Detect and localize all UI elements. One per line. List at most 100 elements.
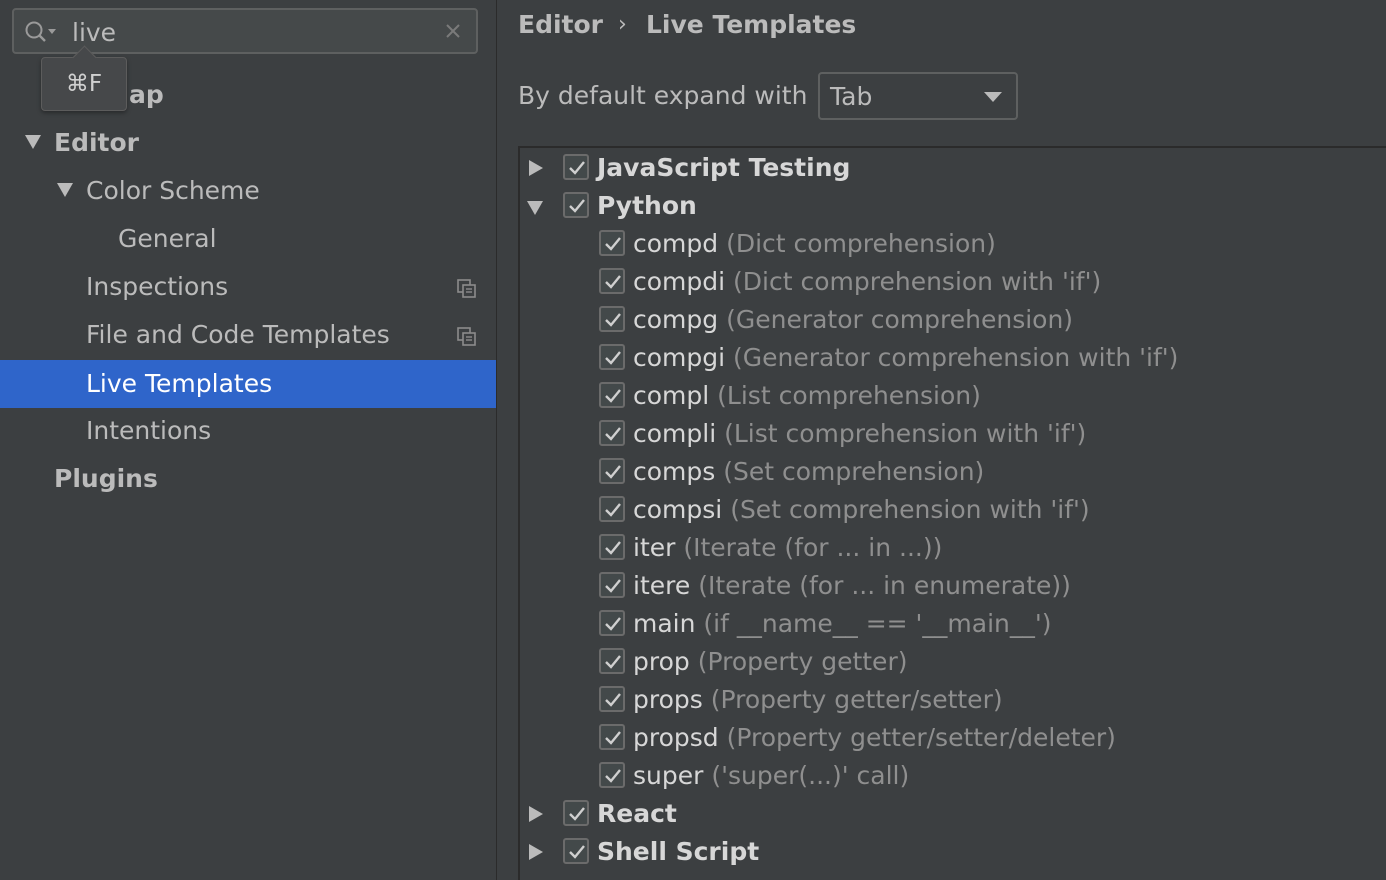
sidebar-item-intentions[interactable]: Intentions — [0, 407, 496, 455]
template-checkbox[interactable] — [599, 268, 625, 294]
template-item[interactable]: compli (List comprehension with 'if') — [520, 415, 1386, 453]
group-checkbox[interactable] — [563, 192, 589, 218]
template-checkbox[interactable] — [599, 230, 625, 256]
template-checkbox[interactable] — [599, 534, 625, 560]
template-item[interactable]: main (if __name__ == '__main__') — [520, 605, 1386, 643]
template-group-react[interactable]: React — [520, 795, 1386, 833]
search-input[interactable] — [72, 17, 432, 47]
template-description: (Set comprehension with 'if') — [730, 495, 1090, 524]
template-name: props (Property getter/setter) — [633, 681, 1003, 719]
template-name: comps (Set comprehension) — [633, 453, 984, 491]
template-abbreviation: itere — [633, 571, 691, 600]
template-checkbox[interactable] — [599, 686, 625, 712]
template-checkbox[interactable] — [599, 762, 625, 788]
expand-with-select[interactable]: Tab — [818, 72, 1018, 120]
template-description: ('super(...)' call) — [711, 761, 910, 790]
template-item[interactable]: super ('super(...)' call) — [520, 757, 1386, 795]
template-item[interactable]: compsi (Set comprehension with 'if') — [520, 491, 1386, 529]
breadcrumb-parent[interactable]: Editor — [518, 6, 603, 44]
checkmark-icon — [605, 731, 621, 745]
project-settings-icon — [457, 279, 476, 298]
template-name: compd (Dict comprehension) — [633, 225, 996, 263]
template-item[interactable]: compl (List comprehension) — [520, 377, 1386, 415]
checkmark-icon — [569, 845, 585, 859]
template-checkbox[interactable] — [599, 496, 625, 522]
checkmark-icon — [605, 541, 621, 555]
template-item[interactable]: itere (Iterate (for ... in enumerate)) — [520, 567, 1386, 605]
template-checkbox[interactable] — [599, 458, 625, 484]
template-item[interactable]: iter (Iterate (for ... in ...)) — [520, 529, 1386, 567]
template-item[interactable]: propsd (Property getter/setter/deleter) — [520, 719, 1386, 757]
sidebar-item-label: Editor — [54, 128, 139, 157]
template-description: (Property getter/setter) — [710, 685, 1003, 714]
checkmark-icon — [605, 427, 621, 441]
sidebar-item-file-and-code-templates[interactable]: File and Code Templates — [0, 311, 496, 359]
expanded-arrow-icon[interactable] — [527, 201, 543, 215]
template-checkbox[interactable] — [599, 610, 625, 636]
checkmark-icon — [605, 237, 621, 251]
checkmark-icon — [605, 503, 621, 517]
collapsed-arrow-icon[interactable] — [529, 160, 543, 176]
template-checkbox[interactable] — [599, 572, 625, 598]
template-abbreviation: comps — [633, 457, 716, 486]
template-name: main (if __name__ == '__main__') — [633, 605, 1052, 643]
template-group-shell-script[interactable]: Shell Script — [520, 833, 1386, 871]
template-checkbox[interactable] — [599, 382, 625, 408]
template-abbreviation: props — [633, 685, 703, 714]
group-label: JavaScript Testing — [597, 153, 851, 182]
group-checkbox[interactable] — [563, 800, 589, 826]
sidebar-item-label: Plugins — [54, 464, 158, 493]
template-checkbox[interactable] — [599, 420, 625, 446]
sidebar-item-plugins[interactable]: Plugins — [0, 455, 496, 503]
template-name: itere (Iterate (for ... in enumerate)) — [633, 567, 1071, 605]
template-item[interactable]: compd (Dict comprehension) — [520, 225, 1386, 263]
template-group-javascript-testing[interactable]: JavaScript Testing — [520, 149, 1386, 187]
group-checkbox[interactable] — [563, 154, 589, 180]
template-checkbox[interactable] — [599, 648, 625, 674]
template-abbreviation: compdi — [633, 267, 726, 296]
checkmark-icon — [569, 199, 585, 213]
sidebar-item-label: General — [118, 224, 217, 253]
collapsed-arrow-icon[interactable] — [529, 844, 543, 860]
expanded-arrow-icon[interactable] — [25, 135, 41, 149]
sidebar-item-label: Intentions — [86, 416, 212, 445]
template-description: (Generator comprehension) — [726, 305, 1074, 334]
group-checkbox[interactable] — [563, 838, 589, 864]
template-name: compdi (Dict comprehension with 'if') — [633, 263, 1101, 301]
template-item[interactable]: prop (Property getter) — [520, 643, 1386, 681]
templates-tree[interactable]: JavaScript Testing Python compd (Dict co… — [518, 146, 1386, 880]
chevron-down-icon — [984, 92, 1002, 102]
checkmark-icon — [605, 351, 621, 365]
checkmark-icon — [605, 465, 621, 479]
template-abbreviation: iter — [633, 533, 676, 562]
template-abbreviation: super — [633, 761, 704, 790]
project-settings-icon — [457, 327, 476, 346]
checkmark-icon — [605, 655, 621, 669]
template-item[interactable]: compgi (Generator comprehension with 'if… — [520, 339, 1386, 377]
template-name: iter (Iterate (for ... in ...)) — [633, 529, 942, 567]
sidebar-item-live-templates[interactable]: Live Templates — [0, 360, 496, 408]
template-item[interactable]: compdi (Dict comprehension with 'if') — [520, 263, 1386, 301]
template-name: propsd (Property getter/setter/deleter) — [633, 719, 1116, 757]
template-name: compgi (Generator comprehension with 'if… — [633, 339, 1178, 377]
template-checkbox[interactable] — [599, 306, 625, 332]
checkmark-icon — [605, 693, 621, 707]
template-description: (Dict comprehension with 'if') — [733, 267, 1102, 296]
sidebar-item-color-scheme[interactable]: Color Scheme — [0, 167, 496, 215]
expanded-arrow-icon[interactable] — [57, 183, 73, 197]
template-name: prop (Property getter) — [633, 643, 907, 681]
template-item[interactable]: props (Property getter/setter) — [520, 681, 1386, 719]
collapsed-arrow-icon[interactable] — [529, 806, 543, 822]
template-item[interactable]: compg (Generator comprehension) — [520, 301, 1386, 339]
checkmark-icon — [605, 389, 621, 403]
search-icon[interactable] — [24, 20, 58, 44]
sidebar-item-inspections[interactable]: Inspections — [0, 263, 496, 311]
sidebar-item-editor[interactable]: Editor — [0, 119, 496, 167]
clear-search-icon[interactable] — [444, 22, 462, 40]
template-item[interactable]: comps (Set comprehension) — [520, 453, 1386, 491]
template-group-python[interactable]: Python — [520, 187, 1386, 225]
sidebar-item-general[interactable]: General — [0, 215, 496, 263]
template-name: compl (List comprehension) — [633, 377, 981, 415]
template-checkbox[interactable] — [599, 724, 625, 750]
template-checkbox[interactable] — [599, 344, 625, 370]
